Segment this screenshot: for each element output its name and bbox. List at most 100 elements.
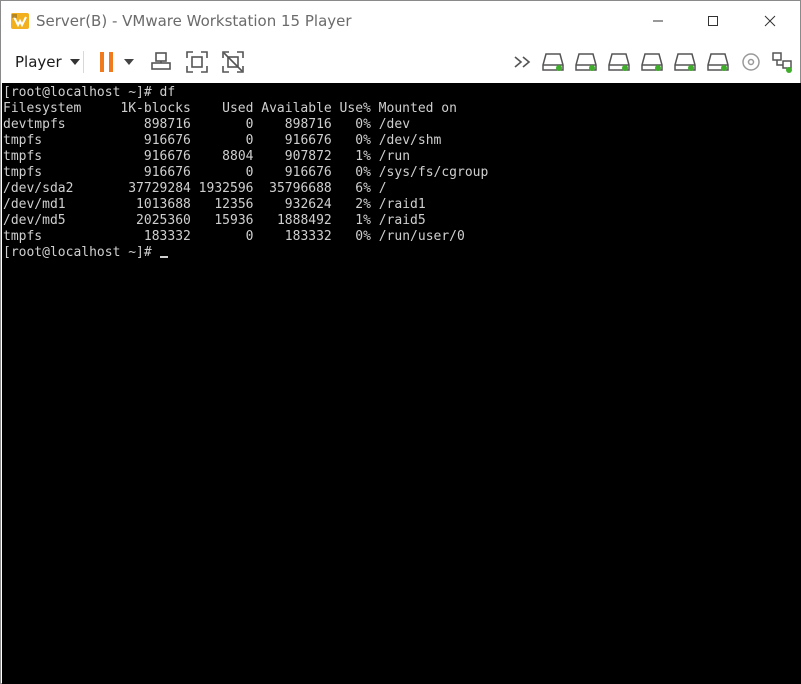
df-mounted-on: /sys/fs/cgroup bbox=[370, 165, 489, 180]
fullscreen-icon bbox=[186, 51, 208, 73]
df-blocks: 1013688 bbox=[120, 197, 191, 212]
close-button[interactable] bbox=[747, 1, 793, 41]
text-cursor bbox=[159, 256, 168, 258]
toolbar: Player bbox=[1, 41, 800, 83]
df-use-percent: 1% bbox=[331, 149, 371, 164]
df-blocks: 898716 bbox=[120, 117, 191, 132]
hard-disk-button[interactable] bbox=[606, 49, 632, 75]
df-filesystem: tmpfs bbox=[3, 133, 121, 148]
vmware-player-window: Server(B) - VMware Workstation 15 Player… bbox=[0, 0, 801, 684]
df-mounted-on: / bbox=[370, 181, 387, 196]
player-menu-label: Player bbox=[15, 53, 62, 71]
df-blocks: 2025360 bbox=[120, 213, 191, 228]
pause-button[interactable] bbox=[94, 49, 120, 75]
df-available: 916676 bbox=[253, 165, 332, 180]
df-mounted-on: /raid5 bbox=[370, 213, 426, 228]
df-available: 907872 bbox=[253, 149, 332, 164]
minimize-button[interactable] bbox=[635, 1, 681, 41]
window-title: Server(B) - VMware Workstation 15 Player bbox=[36, 12, 352, 30]
player-menu-button[interactable]: Player bbox=[9, 48, 86, 76]
df-blocks: 916676 bbox=[120, 165, 191, 180]
df-use-percent: 0% bbox=[331, 117, 371, 132]
df-used: 0 bbox=[190, 117, 254, 132]
df-used: 8804 bbox=[190, 149, 254, 164]
df-used: 12356 bbox=[190, 197, 254, 212]
final-prompt-line: [root@localhost ~]# bbox=[3, 245, 801, 261]
hard-disk-icon bbox=[641, 53, 663, 71]
maximize-button[interactable] bbox=[690, 1, 736, 41]
df-used: 0 bbox=[190, 133, 254, 148]
df-mounted-on: /dev/shm bbox=[370, 133, 442, 148]
cd-dvd-button[interactable] bbox=[738, 49, 764, 75]
df-row: /dev/md1 1013688 12356 932624 2% /raid1 bbox=[3, 197, 801, 213]
hard-disk-icon bbox=[608, 53, 630, 71]
hard-disk-button[interactable] bbox=[639, 49, 665, 75]
df-used: 0 bbox=[190, 229, 254, 244]
df-filesystem: devtmpfs bbox=[3, 117, 121, 132]
dropdown-icon bbox=[124, 59, 134, 65]
hard-disk-button[interactable] bbox=[573, 49, 599, 75]
network-adapter-button[interactable] bbox=[769, 49, 795, 75]
cd-dvd-icon bbox=[742, 53, 760, 71]
unity-button[interactable] bbox=[220, 49, 246, 75]
df-use-percent: 2% bbox=[331, 197, 371, 212]
chevron-down-icon bbox=[69, 59, 80, 65]
df-use-percent: 1% bbox=[331, 213, 371, 228]
df-row: tmpfs 916676 8804 907872 1% /run bbox=[3, 149, 801, 165]
df-available: 932624 bbox=[253, 197, 332, 212]
df-row: tmpfs 916676 0 916676 0% /dev/shm bbox=[3, 133, 801, 149]
hard-disk-button[interactable] bbox=[672, 49, 698, 75]
df-blocks: 37729284 bbox=[120, 181, 191, 196]
hard-disk-icon bbox=[707, 53, 729, 71]
df-mounted-on: /run bbox=[370, 149, 411, 164]
toolbar-divider bbox=[83, 51, 84, 73]
final-prompt: [root@localhost ~]# bbox=[3, 245, 152, 260]
df-mounted-on: /dev bbox=[370, 117, 411, 132]
df-used: 0 bbox=[190, 165, 254, 180]
df-mounted-on: /raid1 bbox=[370, 197, 426, 212]
df-blocks: 183332 bbox=[120, 229, 191, 244]
send-ctrl-alt-del-button[interactable] bbox=[148, 49, 174, 75]
df-available: 35796688 bbox=[253, 181, 332, 196]
more-devices-button[interactable] bbox=[510, 49, 536, 75]
power-options-dropdown[interactable] bbox=[119, 49, 139, 75]
close-icon bbox=[764, 15, 776, 27]
df-used: 15936 bbox=[190, 213, 254, 228]
more-devices-icon bbox=[514, 56, 531, 68]
hard-disk-icon bbox=[674, 53, 696, 71]
df-available: 916676 bbox=[253, 133, 332, 148]
hard-disk-button[interactable] bbox=[705, 49, 731, 75]
df-filesystem: /dev/sda2 bbox=[3, 181, 121, 196]
df-filesystem: tmpfs bbox=[3, 165, 121, 180]
hard-disk-button[interactable] bbox=[540, 49, 566, 75]
df-filesystem: tmpfs bbox=[3, 229, 121, 244]
df-used: 1932596 bbox=[190, 181, 254, 196]
prompt-line: [root@localhost ~]# df bbox=[3, 85, 176, 100]
title-bar[interactable]: Server(B) - VMware Workstation 15 Player bbox=[1, 1, 800, 41]
df-use-percent: 0% bbox=[331, 165, 371, 180]
unity-icon bbox=[222, 51, 244, 73]
df-available: 1888492 bbox=[253, 213, 332, 228]
network-adapter-icon bbox=[772, 52, 792, 73]
df-use-percent: 6% bbox=[331, 181, 371, 196]
hard-disk-icon bbox=[575, 53, 597, 71]
df-use-percent: 0% bbox=[331, 229, 371, 244]
df-row: /dev/md5 2025360 15936 1888492 1% /raid5 bbox=[3, 213, 801, 229]
fullscreen-button[interactable] bbox=[184, 49, 210, 75]
minimize-icon bbox=[653, 20, 663, 22]
df-filesystem: tmpfs bbox=[3, 149, 121, 164]
vm-console-screen[interactable]: [root@localhost ~]# df Filesystem 1K-bloc… bbox=[2, 83, 801, 684]
df-available: 898716 bbox=[253, 117, 332, 132]
vmware-app-icon bbox=[11, 13, 29, 29]
df-mounted-on: /run/user/0 bbox=[370, 229, 465, 244]
maximize-icon bbox=[708, 16, 718, 26]
df-row: devtmpfs 898716 0 898716 0% /dev bbox=[3, 117, 801, 133]
df-use-percent: 0% bbox=[331, 133, 371, 148]
df-blocks: 916676 bbox=[120, 149, 191, 164]
df-filesystem: /dev/md1 bbox=[3, 197, 121, 212]
send-ctrl-alt-del-icon bbox=[151, 52, 171, 70]
df-row: tmpfs 183332 0 183332 0% /run/user/0 bbox=[3, 229, 801, 245]
pause-icon bbox=[100, 52, 113, 72]
hard-disk-icon bbox=[542, 53, 564, 71]
df-blocks: 916676 bbox=[120, 133, 191, 148]
